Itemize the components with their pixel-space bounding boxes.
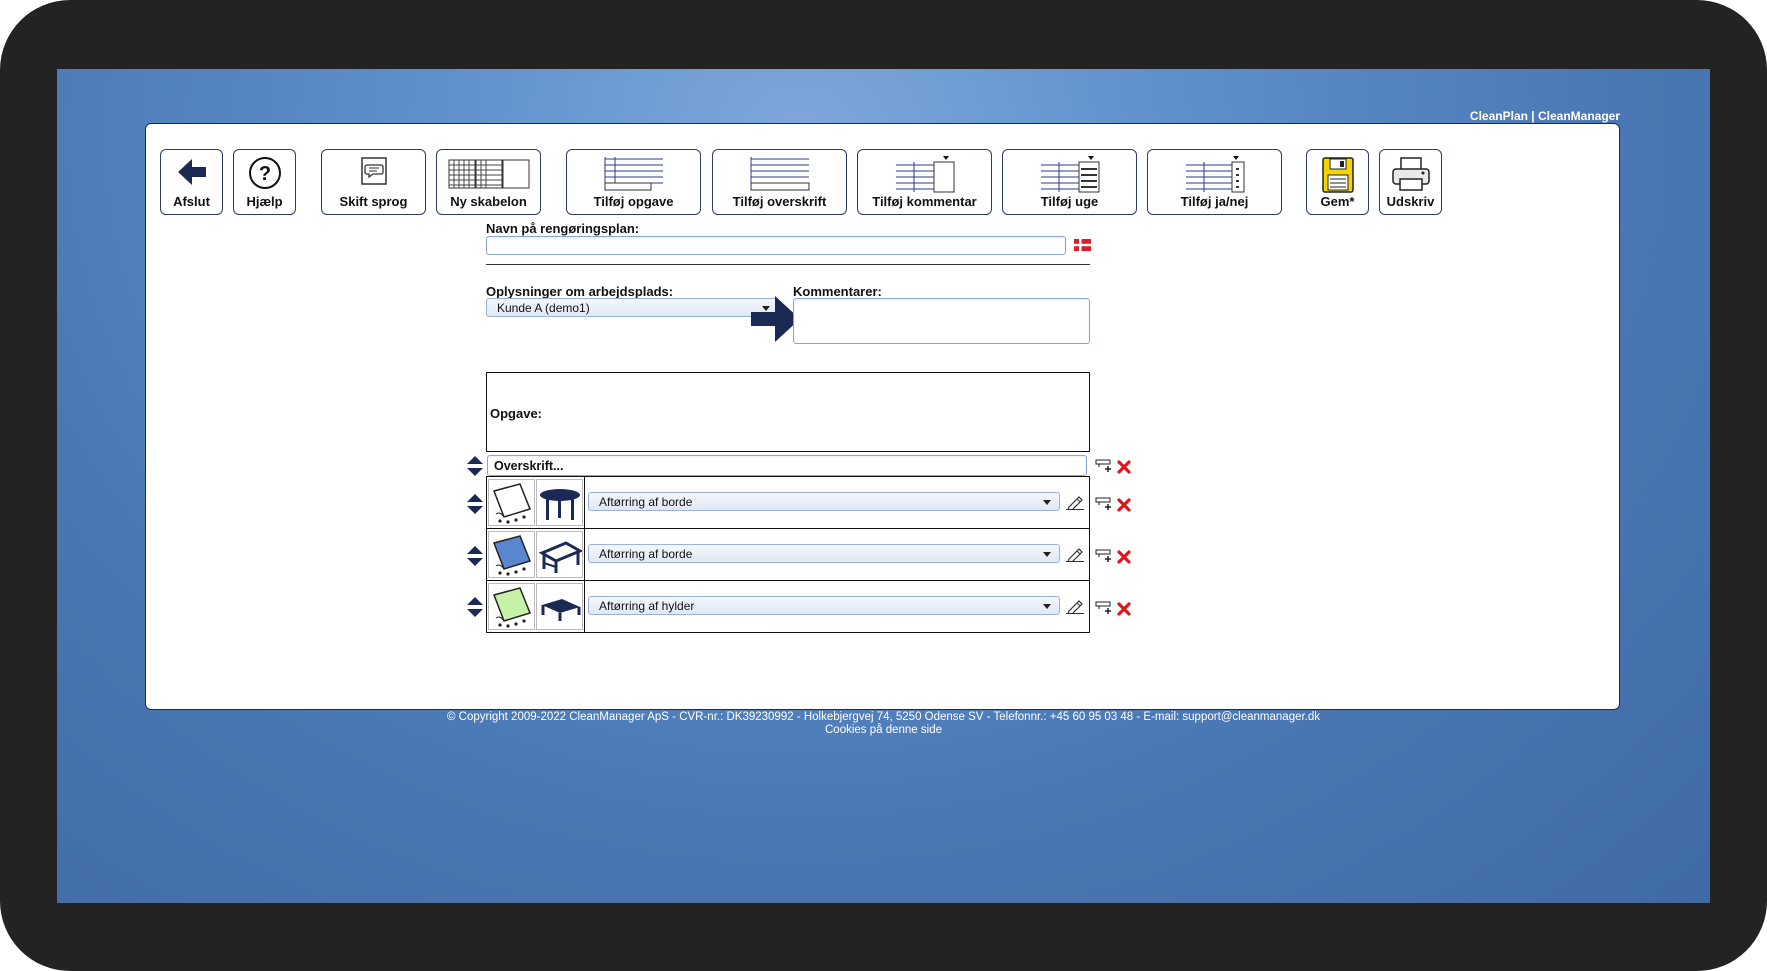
- object-image[interactable]: [536, 583, 583, 630]
- new-template-label: Ny skabelon: [450, 194, 527, 209]
- round-table-icon: [539, 488, 580, 520]
- print-label: Udskriv: [1386, 194, 1435, 209]
- add-comment-icon: [895, 156, 954, 193]
- insert-row-icon[interactable]: [1095, 458, 1113, 473]
- insert-row-icon[interactable]: [1095, 496, 1113, 511]
- comments-textarea[interactable]: [793, 298, 1090, 344]
- row-divider: [486, 580, 1090, 581]
- heading-input[interactable]: [487, 455, 1087, 476]
- add-yes-no-icon: [1185, 156, 1244, 193]
- comments-label: Kommentarer:: [793, 284, 882, 299]
- add-comment-label: Tilføj kommentar: [872, 194, 977, 209]
- insert-row-icon[interactable]: [1095, 548, 1113, 563]
- task-select-value: Aftørring af hylder: [599, 598, 695, 613]
- add-heading-label: Tilføj overskrift: [732, 194, 827, 209]
- back-button[interactable]: Afslut: [160, 149, 223, 215]
- new-template-button[interactable]: Ny skabelon: [436, 149, 541, 215]
- task-select[interactable]: Aftørring af hylder: [588, 596, 1060, 615]
- add-heading-button[interactable]: Tilføj overskrift: [712, 149, 847, 215]
- reorder-icon[interactable]: [466, 546, 484, 566]
- reorder-icon[interactable]: [466, 597, 484, 617]
- svg-text:?: ?: [258, 163, 270, 185]
- add-task-button[interactable]: Tilføj opgave: [566, 149, 701, 215]
- pencil-icon[interactable]: [1066, 598, 1084, 614]
- task-table-header: Opgave:: [486, 372, 1090, 452]
- task-select[interactable]: Aftørring af borde: [588, 492, 1060, 511]
- brand-label[interactable]: CleanPlan | CleanManager: [1470, 109, 1620, 123]
- delete-icon[interactable]: [1117, 550, 1131, 564]
- delete-icon[interactable]: [1117, 498, 1131, 512]
- shelf-icon: [541, 598, 580, 621]
- save-label: Gem*: [1320, 194, 1355, 209]
- add-week-icon: [1040, 156, 1099, 193]
- cloth-image[interactable]: [488, 583, 535, 630]
- cloth-image[interactable]: [488, 479, 535, 526]
- reorder-icon[interactable]: [466, 494, 484, 514]
- delete-icon[interactable]: [1117, 602, 1131, 616]
- workplace-select-value: Kunde A (demo1): [497, 300, 590, 315]
- task-select-value: Aftørring af borde: [599, 546, 693, 561]
- object-image[interactable]: [536, 531, 583, 578]
- row-divider: [486, 528, 1090, 529]
- main-panel: Afslut ? Hjælp Skift sprog Ny skabelon T…: [145, 123, 1620, 710]
- save-button[interactable]: Gem*: [1306, 149, 1369, 215]
- column-divider: [584, 476, 585, 633]
- floppy-disk-icon: [1321, 157, 1354, 193]
- template-icon: [448, 159, 529, 189]
- plan-name-input[interactable]: [486, 236, 1066, 255]
- back-label: Afslut: [173, 194, 210, 209]
- pencil-icon[interactable]: [1066, 546, 1084, 562]
- help-button[interactable]: ? Hjælp: [233, 149, 296, 215]
- chevron-down-icon: [1043, 551, 1051, 557]
- help-label: Hjælp: [246, 194, 283, 209]
- chevron-down-icon: [1043, 499, 1051, 505]
- device-bezel: CleanPlan | CleanManager Afslut ? Hjælp …: [0, 0, 1767, 971]
- print-button[interactable]: Udskriv: [1379, 149, 1442, 215]
- cloth-icon: [492, 586, 531, 628]
- insert-row-icon[interactable]: [1095, 600, 1113, 615]
- chevron-down-icon: [1043, 603, 1051, 609]
- arrow-left-icon: [177, 159, 206, 185]
- plan-name-label: Navn på rengøringsplan:: [486, 221, 640, 236]
- task-header-label: Opgave:: [490, 406, 543, 421]
- add-yes-no-button[interactable]: Tilføj ja/nej: [1147, 149, 1282, 215]
- cloth-icon: [492, 534, 531, 576]
- add-yes-no-label: Tilføj ja/nej: [1180, 194, 1249, 209]
- footer-copyright: © Copyright 2009-2022 CleanManager ApS -…: [446, 711, 1321, 723]
- add-heading-icon: [750, 157, 809, 191]
- pencil-icon[interactable]: [1066, 494, 1084, 510]
- object-image[interactable]: [536, 479, 583, 526]
- add-task-icon: [604, 157, 663, 191]
- language-label: Skift sprog: [339, 194, 408, 209]
- danish-flag-icon[interactable]: [1074, 239, 1091, 251]
- add-task-label: Tilføj opgave: [593, 194, 674, 209]
- task-select-value: Aftørring af borde: [599, 494, 693, 509]
- printer-icon: [1391, 157, 1430, 191]
- add-week-button[interactable]: Tilføj uge: [1002, 149, 1137, 215]
- speech-bubble-icon: [360, 157, 387, 185]
- workplace-select[interactable]: Kunde A (demo1): [486, 298, 779, 317]
- cloth-icon: [492, 482, 531, 524]
- footer-cookies-link[interactable]: Cookies på denne side: [57, 724, 1710, 736]
- screen: CleanPlan | CleanManager Afslut ? Hjælp …: [57, 69, 1710, 903]
- divider: [486, 264, 1090, 265]
- reorder-icon[interactable]: [466, 456, 484, 476]
- help-icon: ?: [248, 157, 281, 189]
- desk-icon: [538, 540, 582, 573]
- cloth-image[interactable]: [488, 531, 535, 578]
- delete-icon[interactable]: [1117, 460, 1131, 474]
- language-button[interactable]: Skift sprog: [321, 149, 426, 215]
- task-select[interactable]: Aftørring af borde: [588, 544, 1060, 563]
- workplace-label: Oplysninger om arbejdsplads:: [486, 284, 674, 299]
- add-week-label: Tilføj uge: [1040, 194, 1099, 209]
- add-comment-button[interactable]: Tilføj kommentar: [857, 149, 992, 215]
